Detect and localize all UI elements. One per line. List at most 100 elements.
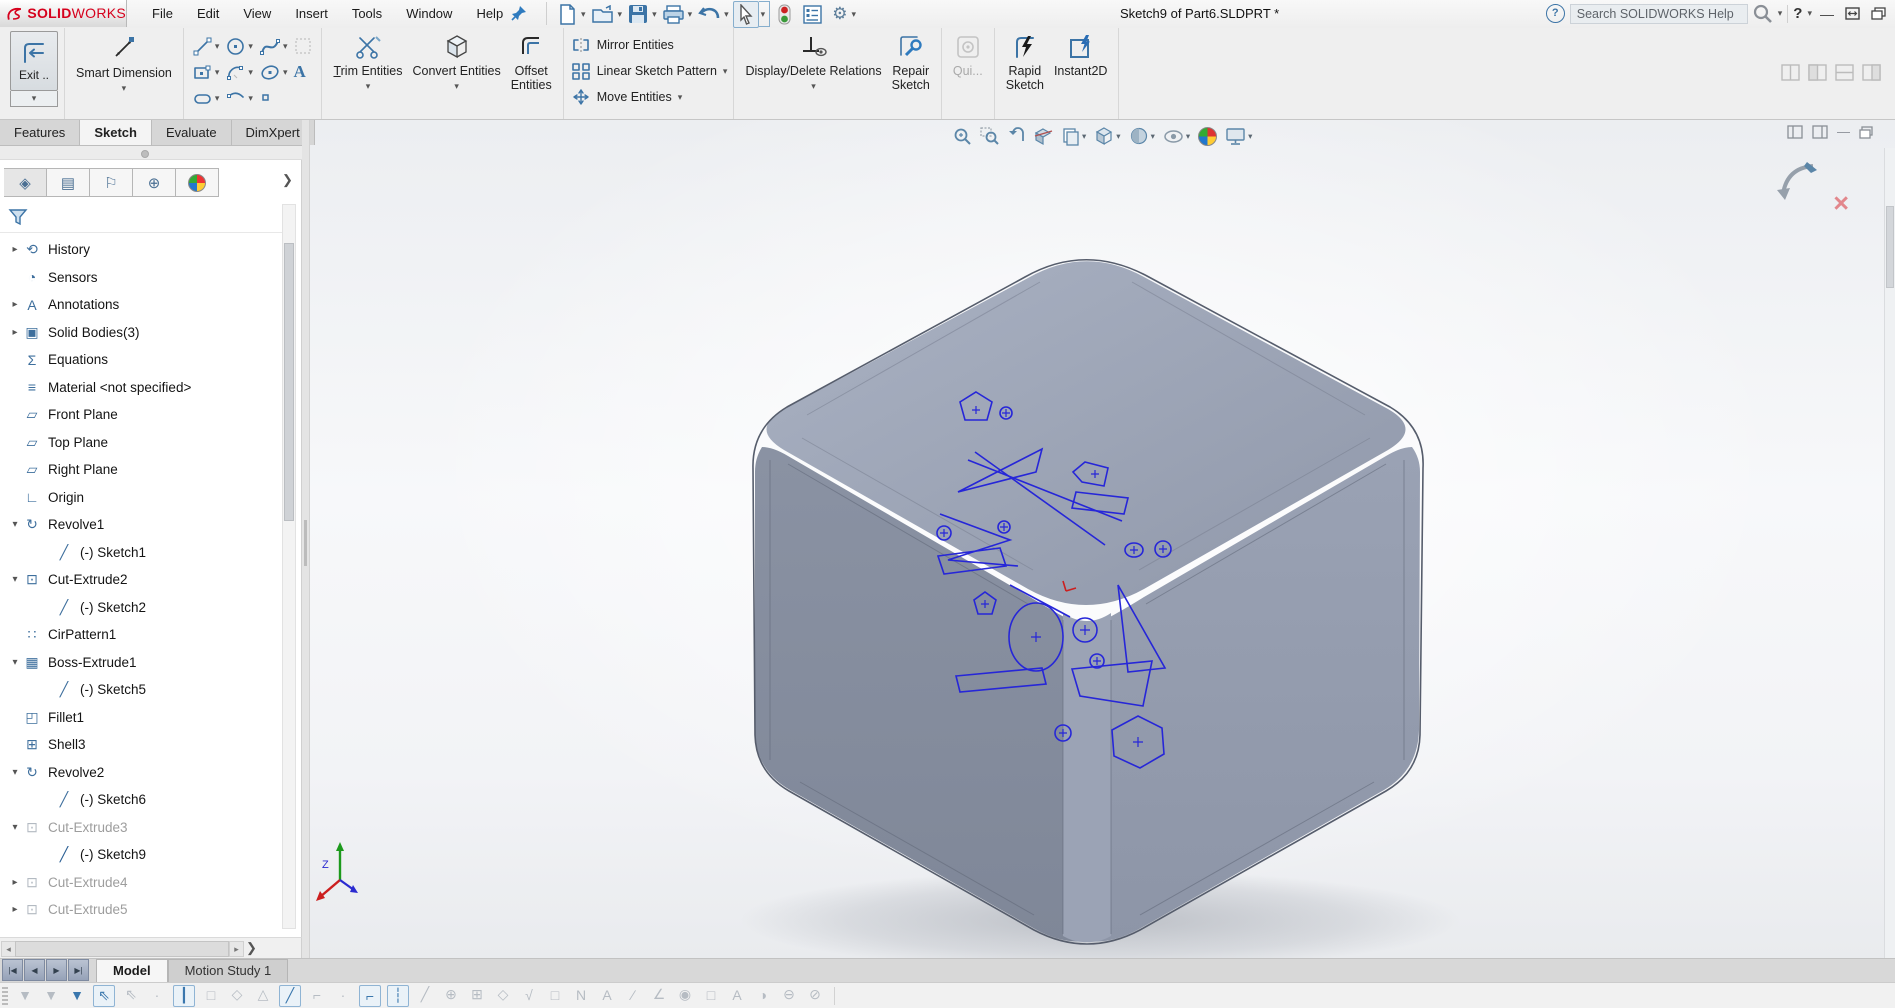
rectangle-tool[interactable]: ▾ (190, 62, 222, 83)
minimize-icon[interactable]: — (1817, 6, 1837, 22)
trim-dropdown[interactable]: ▾ (366, 80, 371, 92)
scrollbar-thumb[interactable] (284, 243, 294, 521)
new-dropdown[interactable]: ▾ (579, 9, 590, 20)
selection-filter-icon[interactable]: ╱ (279, 984, 301, 1007)
sketch-picture-tool[interactable] (291, 36, 315, 56)
slot-dropdown[interactable]: ▾ (215, 93, 220, 104)
spline-dropdown[interactable]: ▾ (283, 41, 288, 52)
view-settings-dropdown[interactable]: ▾ (1248, 131, 1252, 142)
panel-expand-chevron-icon[interactable]: ❯ (246, 940, 257, 956)
display-delete-relations-button[interactable]: Display/Delete Relations ▾ (740, 31, 886, 119)
tree-item[interactable]: ▾ ↻ Revolve1 (0, 511, 284, 539)
menu-item[interactable]: Tools (340, 0, 394, 27)
commandmanager-tab[interactable]: Sketch (80, 120, 152, 145)
display-pane-1-icon[interactable] (1781, 64, 1800, 81)
search-input[interactable] (1574, 5, 1743, 22)
tab-scroll-button[interactable]: ◀ (24, 959, 45, 981)
selection-filter-icon[interactable]: ⊞ (467, 985, 487, 1005)
selection-filter-icon[interactable]: A (597, 985, 617, 1005)
tree-item[interactable]: ⊞ Shell3 (0, 731, 284, 759)
menu-item[interactable]: Edit (185, 0, 231, 27)
search-dropdown[interactable]: ▾ (1778, 8, 1783, 19)
arc-tool[interactable]: ▾ (223, 62, 255, 83)
hide-show-items-icon[interactable]: ▾ (1162, 126, 1191, 147)
three-point-arc-tool[interactable]: ▾ (223, 88, 255, 109)
selection-filter-icon[interactable]: ┆ (387, 984, 409, 1007)
selection-filter-icon[interactable]: ╱ (415, 985, 435, 1005)
three-point-arc-dropdown[interactable]: ▾ (248, 93, 253, 104)
previous-view-icon[interactable] (1006, 126, 1027, 147)
circle-dropdown[interactable]: ▾ (248, 41, 253, 52)
commandmanager-tab[interactable]: Features (0, 120, 81, 145)
tree-item[interactable]: ▸ ▣ Solid Bodies(3) (0, 319, 284, 347)
display-pane-chevron-icon[interactable]: ❯ (282, 172, 293, 188)
selection-filter-icon[interactable]: ∠ (649, 985, 669, 1005)
ellipse-tool[interactable]: ▾ (257, 62, 290, 83)
tree-item[interactable]: ▾ ↻ Revolve2 (0, 759, 284, 787)
relations-dropdown[interactable]: ▾ (811, 80, 816, 92)
menu-item[interactable]: Insert (283, 0, 340, 27)
file-properties-button[interactable] (801, 3, 824, 26)
tree-item[interactable]: ╱ (-) Sketch2 (0, 594, 284, 622)
tree-item[interactable]: ▸ A Annotations (0, 291, 284, 319)
selection-filter-icon[interactable]: ◇ (493, 985, 513, 1005)
save-button[interactable] (626, 2, 650, 26)
selection-filter-icon[interactable]: ⇖ (93, 984, 115, 1007)
exit-sketch-button[interactable]: Exit .. (10, 31, 58, 91)
featuremanager-tab-icon[interactable]: ◈ (4, 168, 47, 197)
rapid-sketch-button[interactable]: Rapid Sketch (1001, 31, 1049, 119)
tree-expand-arrow[interactable]: ▸ (8, 299, 22, 310)
tree-expand-arrow[interactable]: ▸ (8, 244, 22, 255)
displaymanager-tab-icon[interactable] (176, 168, 219, 197)
tree-expand-arrow[interactable]: ▸ (8, 877, 22, 888)
line-dropdown[interactable]: ▾ (215, 41, 220, 52)
tree-item[interactable]: ╱ (-) Sketch6 (0, 786, 284, 814)
tree-item[interactable]: ∟ Origin (0, 484, 284, 512)
print-dropdown[interactable]: ▾ (686, 9, 697, 20)
cascade-windows-icon[interactable] (1868, 7, 1889, 20)
convert-entities-button[interactable]: Convert Entities ▾ (407, 31, 505, 119)
display-pane-4-icon[interactable] (1862, 64, 1881, 81)
tree-expand-arrow[interactable]: ▾ (8, 767, 22, 778)
cancel-sketch-icon[interactable]: × (1833, 190, 1849, 217)
linear-sketch-pattern-button[interactable]: Linear Sketch Pattern ▾ (570, 58, 728, 84)
exit-sketch-dropdown[interactable]: ▾ (10, 91, 58, 107)
display-style-dropdown[interactable]: ▾ (1151, 131, 1155, 142)
help-dropdown[interactable]: ▾ (1807, 8, 1812, 19)
menu-item[interactable]: File (140, 0, 185, 27)
selection-filter-icon[interactable]: □ (545, 985, 565, 1005)
dynamic-annotation-views-icon[interactable]: ▾ (1060, 126, 1087, 147)
repair-sketch-button[interactable]: Repair Sketch (887, 31, 935, 119)
pane-right-icon[interactable] (1812, 125, 1828, 139)
selection-filter-icon[interactable]: ∕ (623, 985, 643, 1005)
linear-pattern-dropdown[interactable]: ▾ (723, 66, 728, 77)
trim-entities-button[interactable]: Trim Entities ▾ (328, 31, 407, 119)
offset-entities-button[interactable]: Offset Entities (506, 31, 557, 119)
search-box[interactable] (1569, 3, 1748, 24)
selection-filter-icon[interactable]: △ (253, 985, 273, 1005)
tree-item[interactable]: ╱ (-) Sketch1 (0, 539, 284, 567)
select-button[interactable] (732, 0, 759, 28)
tree-item[interactable]: ▾ ⊡ Cut-Extrude3 (0, 814, 284, 842)
tree-expand-arrow[interactable]: ▾ (8, 519, 22, 530)
tree-filter-row[interactable] (0, 202, 284, 233)
vertical-splitter[interactable] (302, 120, 310, 958)
document-tab[interactable]: Motion Study 1 (167, 959, 289, 982)
tree-item[interactable]: ◰ Fillet1 (0, 704, 284, 732)
selection-filter-icon[interactable]: ⇖ (121, 985, 141, 1005)
toolbar-grip[interactable] (2, 986, 8, 1005)
tree-item[interactable]: ◔ Sensors (0, 264, 284, 292)
tree-item[interactable]: ╱ (-) Sketch9 (0, 841, 284, 869)
tree-item[interactable]: ▱ Front Plane (0, 401, 284, 429)
selection-filter-icon[interactable]: ⊘ (805, 985, 825, 1005)
viewport-scrollbar[interactable] (1884, 148, 1895, 958)
cube-model[interactable] (752, 258, 1424, 945)
view-orientation-dropdown[interactable]: ▾ (1116, 131, 1120, 142)
ellipse-dropdown[interactable]: ▾ (283, 67, 288, 78)
zoom-to-fit-icon[interactable] (952, 126, 973, 147)
tree-item[interactable]: ∷ CirPattern1 (0, 621, 284, 649)
edit-appearance-icon[interactable] (1197, 126, 1218, 147)
pin-icon[interactable] (510, 4, 528, 22)
hide-show-dropdown[interactable]: ▾ (1186, 131, 1190, 142)
circle-tool[interactable]: ▾ (223, 36, 255, 57)
